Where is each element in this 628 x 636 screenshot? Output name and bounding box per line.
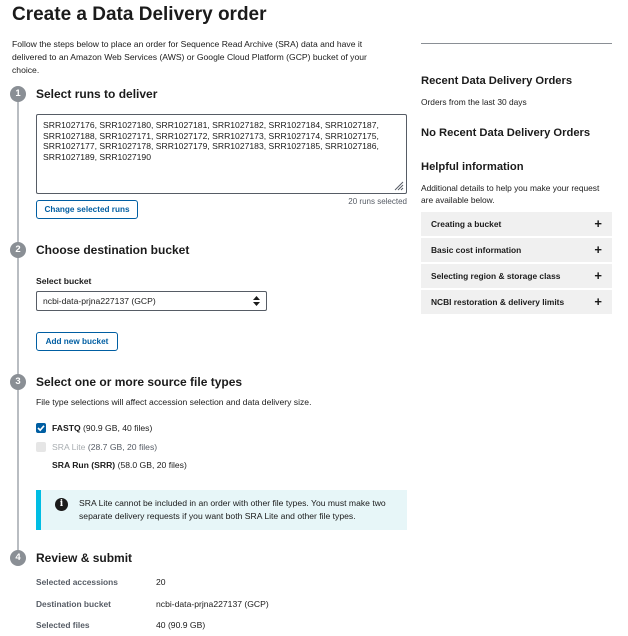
page-title: Create a Data Delivery order [12,4,267,25]
accordion-region-storage[interactable]: Selecting region & storage class + [421,264,612,288]
sidebar-divider [421,43,612,44]
fastq-checkbox[interactable] [36,423,46,433]
bucket-select[interactable]: ncbi-data-prjna227137 (GCP) [36,291,267,311]
step-1-number: 1 [10,86,26,102]
summary-accessions-label: Selected accessions [36,577,118,587]
recent-orders-subtext: Orders from the last 30 days [421,97,527,107]
intro-text: Follow the steps below to place an order… [12,39,367,75]
fastq-detail: (90.9 GB, 40 files) [83,423,153,433]
runs-text: SRR1027176, SRR1027180, SRR1027181, SRR1… [43,120,379,162]
step-2-number: 2 [10,242,26,258]
plus-icon: + [594,294,602,309]
check-icon [37,425,45,432]
accordion-label: NCBI restoration & delivery limits [431,297,565,307]
plus-icon: + [594,268,602,283]
sra-lite-detail: (28.7 GB, 20 files) [87,442,158,452]
sra-lite-alert: i SRA Lite cannot be included in an orde… [36,490,407,530]
change-selected-runs-button[interactable]: Change selected runs [36,200,138,219]
steps-rail [17,90,19,560]
sra-lite-checkbox[interactable] [36,442,46,452]
no-recent-orders: No Recent Data Delivery Orders [421,127,591,139]
runs-textarea[interactable]: SRR1027176, SRR1027180, SRR1027181, SRR1… [36,114,407,194]
helpful-info-heading: Helpful information [421,161,524,173]
plus-icon: + [594,242,602,257]
summary-bucket-value: ncbi-data-prjna227137 (GCP) [156,599,269,609]
summary-accessions-value: 20 [156,577,166,587]
step-3-title: Select one or more source file types [36,375,243,389]
accordion-restoration-limits[interactable]: NCBI restoration & delivery limits + [421,290,612,314]
plus-icon: + [594,216,602,231]
sra-run-name: SRA Run (SRR) [52,460,116,470]
file-type-help: File type selections will affect accessi… [36,397,312,407]
summary-files-label: Selected files [36,620,90,630]
accordion-basic-cost[interactable]: Basic cost information + [421,238,612,262]
info-icon: i [55,498,68,511]
accordion-label: Selecting region & storage class [431,271,561,281]
summary-files-value: 40 (90.9 GB) [156,620,206,630]
sra-run-detail: (58.0 GB, 20 files) [117,460,187,470]
select-bucket-label: Select bucket [36,276,92,286]
runs-count: 20 runs selected [348,197,407,206]
step-2-title: Choose destination bucket [36,243,190,257]
recent-orders-heading: Recent Data Delivery Orders [421,75,573,87]
helpful-info-text: Additional details to help you make your… [421,183,600,205]
sra-lite-name: SRA Lite [52,442,86,452]
step-4-number: 4 [10,550,26,566]
bucket-select-value: ncbi-data-prjna227137 (GCP) [43,296,156,306]
step-1-title: Select runs to deliver [36,87,158,101]
accordion-label: Creating a bucket [431,219,502,229]
select-arrows-icon [253,296,260,306]
summary-bucket-label: Destination bucket [36,599,111,609]
accordion-creating-bucket[interactable]: Creating a bucket + [421,212,612,236]
step-3-number: 3 [10,374,26,390]
add-new-bucket-button[interactable]: Add new bucket [36,332,118,351]
resize-handle-icon[interactable] [392,179,404,191]
alert-text: SRA Lite cannot be included in an order … [79,498,386,521]
accordion-label: Basic cost information [431,245,522,255]
step-4-title: Review & submit [36,551,133,565]
fastq-name: FASTQ [52,423,81,433]
